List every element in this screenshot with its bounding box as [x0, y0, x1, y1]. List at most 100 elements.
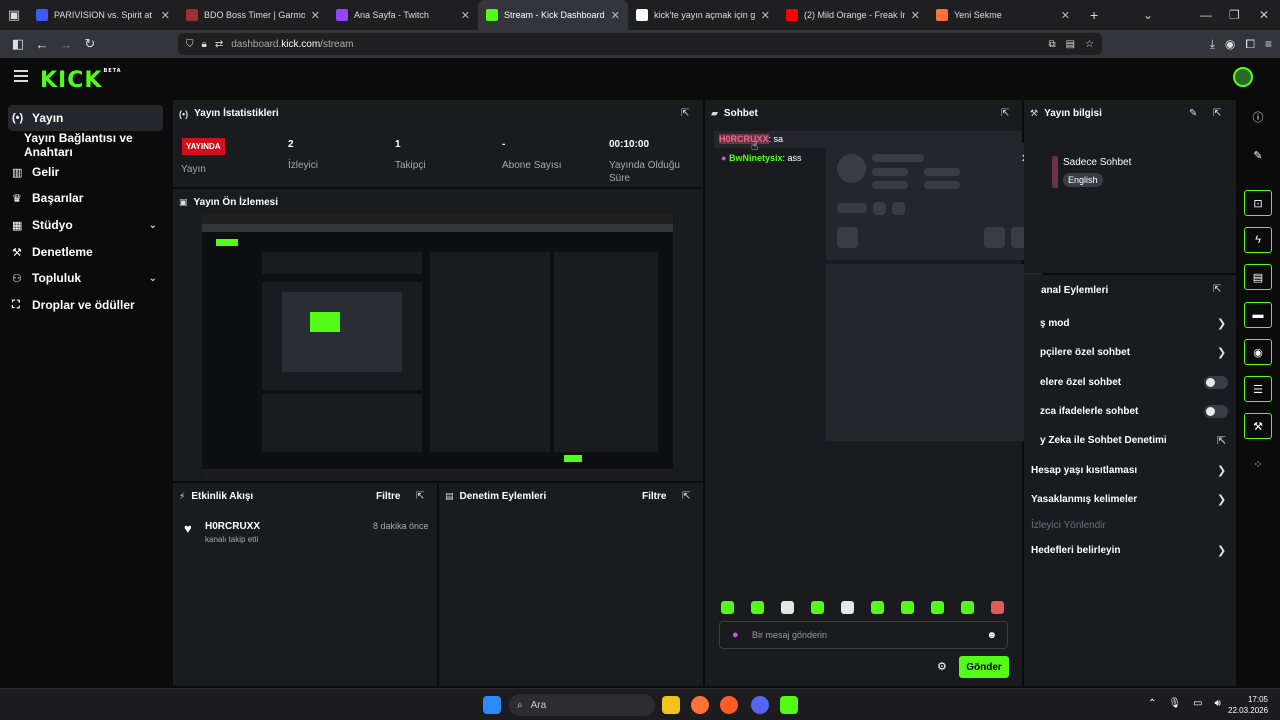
tab-list-icon[interactable]: ⌄	[1143, 0, 1153, 30]
emote-icon[interactable]	[811, 601, 824, 614]
browser-tab[interactable]: Stream - Kick Dashboard ✕	[478, 0, 628, 30]
emote-icon[interactable]	[871, 601, 884, 614]
close-tab-icon[interactable]: ✕	[461, 9, 470, 22]
close-tab-icon[interactable]: ✕	[311, 9, 320, 22]
volume-icon[interactable]: 🔊︎	[1215, 698, 1221, 709]
chat-input[interactable]: ● Bir mesaj gönderin ☻	[719, 621, 1008, 649]
firefox-active-icon[interactable]	[720, 696, 738, 714]
picture-in-picture-icon[interactable]: ⧉	[1048, 39, 1055, 50]
external-link-icon[interactable]: ⇱	[1217, 434, 1226, 447]
expand-icon[interactable]: ⇱	[682, 491, 690, 502]
emote-icon[interactable]	[901, 601, 914, 614]
address-bar[interactable]: ⛉ 🔒︎ ⇄ dashboard. kick.com/stream ⧉ ▤ ☆	[178, 33, 1102, 55]
bolt-icon[interactable]: ϟ	[1244, 227, 1272, 253]
sidebar-item[interactable]: ⚇ Topluluk ⌄	[8, 265, 163, 291]
sidebar-item[interactable]: ▥ Gelir	[8, 159, 163, 185]
expand-icon[interactable]: ⇱	[681, 108, 689, 119]
moderation-filter-button[interactable]: Filtre	[642, 491, 666, 502]
channel-action-label[interactable]: Hesap yaşı kısıtlaması	[1031, 465, 1137, 476]
extensions-icon[interactable]: ⧠	[1245, 37, 1255, 52]
sidebar-item[interactable]: ⛶ Droplar ve ödüller	[8, 292, 163, 318]
clock[interactable]: 17:05 22.03.2026	[1228, 694, 1268, 716]
pen-icon[interactable]: ✎	[1244, 142, 1272, 168]
back-icon[interactable]: ←	[30, 32, 54, 56]
channel-action-label[interactable]: zca ifadelerle sohbet	[1040, 406, 1138, 417]
chevron-right-icon[interactable]: ❯	[1217, 317, 1226, 330]
bookmark-star-icon[interactable]: ☆	[1085, 39, 1094, 50]
close-window-icon[interactable]: ✕	[1259, 0, 1269, 30]
browser-tab[interactable]: Yeni Sekme ✕	[928, 0, 1078, 30]
file-explorer-icon[interactable]	[662, 696, 680, 714]
close-tab-icon[interactable]: ✕	[611, 9, 620, 22]
emote-icon[interactable]	[721, 601, 734, 614]
forward-icon[interactable]: →	[54, 32, 78, 56]
expand-icon[interactable]: ⇱	[1213, 108, 1221, 119]
camera-icon[interactable]: ⊡	[1244, 190, 1272, 216]
sidebar-item[interactable]: ♛ Başarılar	[8, 185, 163, 211]
activity-filter-button[interactable]: Filtre	[376, 491, 400, 502]
sidebar-item[interactable]: (•) Yayın	[8, 105, 163, 131]
kick-logo[interactable]: KICKBETA	[40, 68, 122, 93]
chevron-right-icon[interactable]: ❯	[1217, 346, 1226, 359]
send-button[interactable]: Gönder	[959, 656, 1009, 678]
info-icon[interactable]: ⓘ	[1244, 104, 1272, 130]
chat-message[interactable]: ● BwNinetysix: ass	[721, 153, 802, 163]
sidebar-item[interactable]: ▦ Stüdyo ⌄	[8, 212, 163, 238]
reader-view-icon[interactable]: ▤	[1066, 39, 1075, 50]
chat-username[interactable]: BwNinetysix	[729, 153, 783, 163]
hamburger-menu-icon[interactable]	[14, 70, 28, 85]
sidebar-toggle-icon[interactable]: ◧	[6, 32, 30, 56]
discord-icon[interactable]	[751, 696, 769, 714]
kick-app-icon[interactable]	[780, 696, 798, 714]
expand-icon[interactable]: ⇱	[1001, 108, 1009, 119]
chat-settings-icon[interactable]: ⚙︎	[937, 660, 947, 673]
document-icon[interactable]: ▤	[1244, 264, 1272, 290]
browser-tab[interactable]: kick'te yayın açmak için gereke ✕	[628, 0, 778, 30]
taskbar-search[interactable]: ⌕ Ara	[509, 694, 655, 716]
emote-icon[interactable]	[841, 601, 854, 614]
browser-tab[interactable]: BDO Boss Timer | Garmoth.com ✕	[178, 0, 328, 30]
reload-icon[interactable]: ↻	[78, 32, 102, 56]
channel-action-label[interactable]: y Zeka ile Sohbet Denetimi	[1040, 435, 1167, 446]
emote-icon[interactable]	[751, 601, 764, 614]
user-avatar[interactable]	[1233, 67, 1253, 87]
account-icon[interactable]: ◉	[1225, 37, 1235, 51]
browser-tab[interactable]: (2) Mild Orange - Freak In M ✕	[778, 0, 928, 30]
toggle-switch[interactable]	[1204, 405, 1228, 418]
network-icon[interactable]: ▭	[1193, 698, 1202, 709]
chevron-right-icon[interactable]: ❯	[1217, 464, 1226, 477]
emote-icon[interactable]	[931, 601, 944, 614]
microphone-tray-icon[interactable]: 🎙︎	[1168, 698, 1181, 709]
browser-tab[interactable]: PARIVISION vs. Spirit at BLAST (✕	[28, 0, 178, 30]
close-tab-icon[interactable]: ✕	[1061, 9, 1070, 22]
channel-action-label[interactable]: Yasaklanmış kelimeler	[1031, 494, 1137, 505]
sidebar-item[interactable]: Yayın Bağlantısı ve Anahtarı	[24, 131, 174, 159]
channel-action-label[interactable]: elere özel sohbet	[1040, 377, 1121, 388]
restore-icon[interactable]: ❐	[1229, 0, 1240, 30]
minimize-icon[interactable]: —	[1200, 0, 1212, 30]
chevron-down-icon[interactable]: ⌄	[149, 273, 157, 284]
more-widgets-icon[interactable]: ⁘	[1244, 451, 1272, 477]
sidebar-item[interactable]: ⚒︎ Denetleme	[8, 239, 163, 265]
stream-preview-video[interactable]	[202, 214, 673, 479]
downloads-icon[interactable]: ⤓	[1210, 37, 1215, 52]
tray-chevron-icon[interactable]: ⌃	[1148, 698, 1156, 709]
emote-icon[interactable]	[991, 601, 1004, 614]
close-tab-icon[interactable]: ✕	[161, 9, 170, 22]
close-tab-icon[interactable]: ✕	[761, 9, 770, 22]
menu-icon[interactable]: ≡	[1265, 37, 1272, 51]
channel-action-label[interactable]: ş mod	[1040, 318, 1069, 329]
chevron-down-icon[interactable]: ⌄	[149, 220, 157, 231]
emoji-icon[interactable]: ☻	[986, 630, 997, 641]
new-tab-button[interactable]: +	[1078, 0, 1110, 30]
broadcast-icon[interactable]: ◉	[1244, 339, 1272, 365]
chevron-right-icon[interactable]: ❯	[1217, 493, 1226, 506]
toggle-switch[interactable]	[1204, 376, 1228, 389]
chevron-right-icon[interactable]: ❯	[1217, 544, 1226, 557]
chat-bubble-icon[interactable]: ▬	[1244, 302, 1272, 328]
edit-icon[interactable]: ✎	[1189, 108, 1197, 119]
emote-icon[interactable]	[961, 601, 974, 614]
emote-icon[interactable]	[781, 601, 794, 614]
chat-username[interactable]: H0RCRUXX	[719, 134, 769, 144]
firefox-icon[interactable]	[691, 696, 709, 714]
